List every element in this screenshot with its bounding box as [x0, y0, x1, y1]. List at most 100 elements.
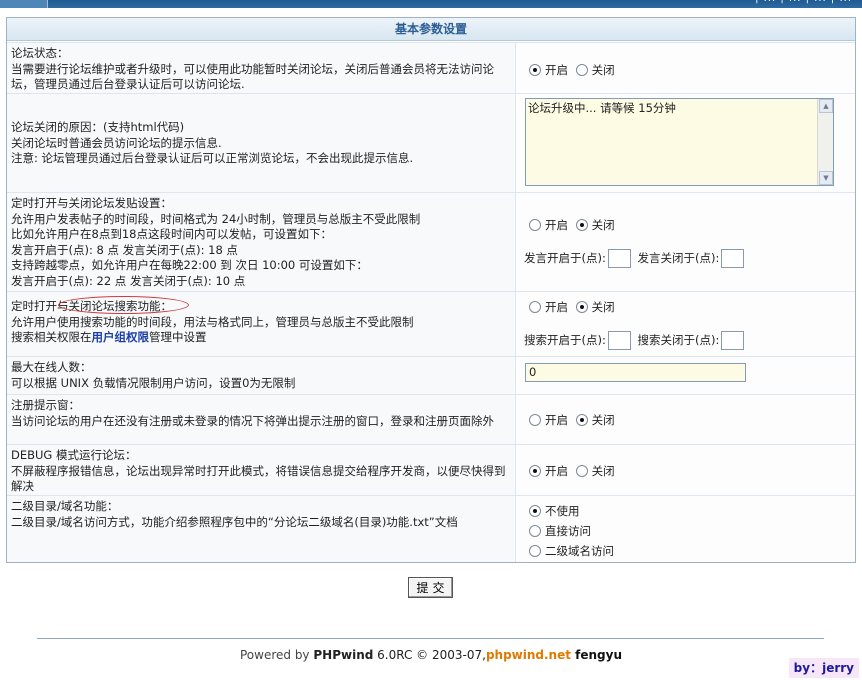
row-register-prompt: 注册提示窗： 当访问论坛的用户在还没有注册或未登录的情况下将弹出提示注册的窗口，… — [7, 394, 855, 444]
radio-label: 关闭 — [591, 63, 615, 77]
footer-divider — [37, 638, 824, 639]
max-online-input[interactable]: 0 — [525, 363, 746, 382]
row-description: 二级目录/域名访问方式，功能介绍参照程序包中的“分论坛二级域名(目录)功能.tx… — [11, 514, 458, 529]
radio-label: 关闭 — [591, 464, 615, 478]
row-description: 比如允许用户在8点到18点这段时间内可以发帖，可设置如下： — [11, 227, 332, 241]
row-control: 开启 关闭 — [516, 43, 855, 93]
search-schedule-on-radio[interactable] — [529, 301, 541, 313]
row-control: 论坛升级中... 请等候 15分钟 ▲ ▼ — [516, 94, 855, 192]
row-post-schedule: 定时打开与关闭论坛发贴设置： 允许用户发表帖子的时间段，时间格式为 24小时制，… — [7, 192, 855, 291]
row-label: 二级目录/域名功能： 二级目录/域名访问方式，功能介绍参照程序包中的“分论坛二级… — [7, 496, 516, 562]
row-title: 二级目录/域名功能： — [11, 499, 119, 513]
radio-label: 开启 — [545, 63, 568, 77]
debug-mode-off-radio[interactable] — [575, 465, 588, 477]
byline-badge: by：jerry — [788, 658, 859, 678]
register-prompt-off-radio[interactable] — [575, 414, 588, 426]
footer-version: 6.0RC © 2003-07, — [373, 648, 486, 662]
row-debug-mode: DEBUG 模式运行论坛： 不屏蔽程序报错信息，论坛出现异常时打开此模式，将错误… — [7, 444, 855, 495]
row-note: 注意: 论坛管理员通过后台登录认证后可以正常浏览论坛，不会出现此提示信息. — [11, 151, 414, 165]
top-nav-tab[interactable] — [0, 0, 48, 8]
row-example: 发言开启于(点): 22 点 发言关闭于(点): 10 点 — [11, 273, 246, 288]
row-description: 允许用户发表帖子的时间段，时间格式为 24小时制，管理员与总版主不受此限制 — [11, 211, 421, 226]
search-schedule-off-radio[interactable] — [575, 301, 588, 313]
forum-status-off-radio[interactable] — [575, 64, 588, 76]
usergroup-permission-link[interactable]: 用户组权限 — [92, 330, 150, 344]
radio-label: 不使用 — [545, 504, 580, 518]
row-label: 论坛状态： 当需要进行论坛维护或者升级时，可以使用此功能暂时关闭论坛，关闭后普通… — [7, 43, 516, 93]
scroll-down-icon[interactable]: ▼ — [819, 171, 833, 185]
subdomain-direct-radio[interactable] — [529, 525, 541, 537]
row-title: 注册提示窗： — [11, 398, 80, 412]
row-close-reason: 论坛关闭的原因：(支持html代码) 关闭论坛时普通会员访问论坛的提示信息. 注… — [7, 93, 855, 192]
post-end-label: 发言关闭于(点): — [637, 251, 720, 265]
row-description: 不屏蔽程序报错信息，论坛出现异常时打开此模式，将错误信息提交给程序开发商，以便尽… — [11, 463, 506, 494]
row-label: 定时打开与关闭论坛发贴设置： 允许用户发表帖子的时间段，时间格式为 24小时制，… — [7, 193, 516, 291]
register-prompt-on-radio[interactable] — [529, 414, 541, 426]
row-control: 开启 关闭 搜索开启于(点): 搜索关闭于(点): — [516, 292, 855, 356]
footer-brand[interactable]: PHPwind — [313, 648, 373, 662]
row-label: DEBUG 模式运行论坛： 不屏蔽程序报错信息，论坛出现异常时打开此模式，将错误… — [7, 445, 516, 495]
row-forum-status: 论坛状态： 当需要进行论坛维护或者升级时，可以使用此功能暂时关闭论坛，关闭后普通… — [7, 42, 855, 93]
footer-powered: Powered by — [239, 648, 314, 662]
top-nav-links[interactable]: | ... | ... | ... | ... — [755, 0, 852, 4]
row-label: 定时打开与关闭论坛搜索功能： 允许用户使用搜索功能的时间段，用法与格式同上，管理… — [7, 292, 516, 356]
row-description: 支持跨越零点，如允许用户在每晚22:00 到 次日 10:00 可设置如下： — [11, 258, 368, 272]
radio-label: 开启 — [545, 413, 568, 427]
row-control: 不使用 直接访问 二级域名访问 — [516, 496, 855, 562]
row-title: 最大在线人数： — [11, 360, 92, 374]
subdomain-none-radio[interactable] — [529, 505, 541, 517]
search-start-label: 搜索开启于(点): — [524, 333, 606, 347]
post-start-input[interactable] — [607, 249, 631, 268]
row-description: 可以根据 UNIX 负载情况限制用户访问，设置0为无限制 — [11, 375, 296, 390]
row-control: 开启 关闭 发言开启于(点): 发言关闭于(点): — [516, 193, 855, 291]
row-description: 当访问论坛的用户在还没有注册或未登录的情况下将弹出提示注册的窗口，登录和注册页面… — [11, 413, 494, 428]
row-label: 注册提示窗： 当访问论坛的用户在还没有注册或未登录的情况下将弹出提示注册的窗口，… — [7, 395, 516, 444]
highlighted-title: 与关闭论坛搜索功能： — [57, 299, 172, 313]
row-title: 论坛状态： — [11, 46, 69, 60]
row-label: 最大在线人数： 可以根据 UNIX 负载情况限制用户访问，设置0为无限制 — [7, 357, 516, 394]
row-control: 开启 关闭 — [516, 445, 855, 495]
textarea-value: 论坛升级中... 请等候 15分钟 — [528, 101, 676, 115]
row-control: 0 — [516, 357, 855, 394]
footer: Powered by PHPwind 6.0RC © 2003-07,phpwi… — [0, 648, 862, 662]
textarea-scrollbar[interactable]: ▲ ▼ — [817, 99, 833, 185]
top-nav-bar: | ... | ... | ... | ... — [0, 0, 862, 8]
row-search-schedule: 定时打开与关闭论坛搜索功能： 允许用户使用搜索功能的时间段，用法与格式同上，管理… — [7, 291, 855, 356]
row-title: 定时打开与关闭论坛搜索功能： — [11, 299, 172, 313]
search-end-input[interactable] — [721, 331, 745, 350]
radio-label: 关闭 — [591, 218, 615, 232]
footer-site-link[interactable]: phpwind.net — [486, 648, 571, 662]
close-reason-textarea[interactable]: 论坛升级中... 请等候 15分钟 ▲ ▼ — [525, 98, 834, 186]
post-start-label: 发言开启于(点): — [524, 251, 606, 265]
radio-label: 开启 — [545, 218, 568, 232]
scroll-up-icon[interactable]: ▲ — [819, 99, 833, 113]
radio-label: 二级域名访问 — [545, 544, 614, 558]
row-title: 论坛关闭的原因：(支持html代码) — [11, 120, 185, 134]
subdomain-domain-radio[interactable] — [529, 545, 541, 557]
panel-title: 基本参数设置 — [7, 18, 855, 41]
radio-label: 开启 — [545, 300, 568, 314]
row-description: 关闭论坛时普通会员访问论坛的提示信息. — [11, 135, 222, 150]
row-title: DEBUG 模式运行论坛： — [11, 448, 137, 462]
row-max-online: 最大在线人数： 可以根据 UNIX 负载情况限制用户访问，设置0为无限制 0 — [7, 356, 855, 394]
post-end-input[interactable] — [721, 249, 745, 268]
row-label: 论坛关闭的原因：(支持html代码) 关闭论坛时普通会员访问论坛的提示信息. 注… — [7, 94, 516, 192]
forum-status-on-radio[interactable] — [529, 64, 541, 76]
post-schedule-off-radio[interactable] — [575, 219, 588, 231]
row-description: 搜索相关权限在用户组权限管理中设置 — [11, 330, 207, 344]
row-control: 开启 关闭 — [516, 395, 855, 444]
row-description: 当需要进行论坛维护或者升级时，可以使用此功能暂时关闭论坛，关闭后普通会员将无法访… — [11, 61, 494, 92]
search-start-input[interactable] — [607, 331, 631, 350]
post-schedule-on-radio[interactable] — [529, 219, 541, 231]
row-subdomain: 二级目录/域名功能： 二级目录/域名访问方式，功能介绍参照程序包中的“分论坛二级… — [7, 495, 855, 562]
row-example: 发言开启于(点): 8 点 发言关闭于(点): 18 点 — [11, 242, 238, 257]
row-description: 允许用户使用搜索功能的时间段，用法与格式同上，管理员与总版主不受此限制 — [11, 314, 414, 329]
search-end-label: 搜索关闭于(点): — [637, 333, 720, 347]
debug-mode-on-radio[interactable] — [529, 465, 541, 477]
footer-author: fengyu — [570, 648, 623, 662]
radio-label: 直接访问 — [545, 524, 591, 538]
row-title: 定时打开与关闭论坛发贴设置： — [11, 196, 172, 210]
settings-panel: 基本参数设置 论坛状态： 当需要进行论坛维护或者升级时，可以使用此功能暂时关闭论… — [6, 17, 856, 563]
radio-label: 开启 — [545, 464, 568, 478]
submit-button[interactable]: 提交 — [408, 577, 453, 598]
